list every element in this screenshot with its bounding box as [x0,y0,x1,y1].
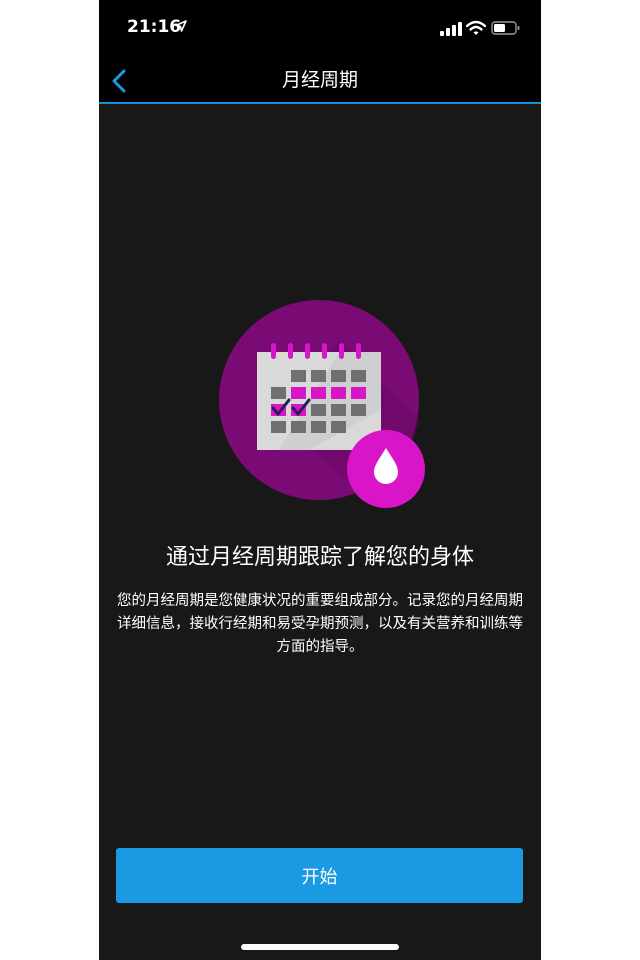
calendar-icon [257,343,381,450]
wifi-icon [466,20,486,35]
headline: 通过月经周期跟踪了解您的身体 [165,545,474,570]
water-drop-icon [347,430,425,508]
cellular-signal-icon [440,22,462,36]
home-indicator [241,944,399,950]
page-title: 月经周期 [281,69,358,91]
status-time: 21:16 [127,17,182,37]
description-text: 您的月经周期是您健康状况的重要组成部分。记录您的月经周期详细信息，接收行经期和易… [117,593,523,655]
battery-icon [491,21,520,35]
location-arrow-icon [175,20,187,32]
nav-header: 月经周期 [99,58,541,104]
status-bar: 21:16 [99,0,541,58]
phone-screen: 21:16 月经周期 通过月经周期跟踪了解您的身体 您的月经周期是您健康状况的重… [99,0,541,960]
start-button[interactable]: 开始 [116,848,523,903]
calendar-illustration [219,300,425,508]
